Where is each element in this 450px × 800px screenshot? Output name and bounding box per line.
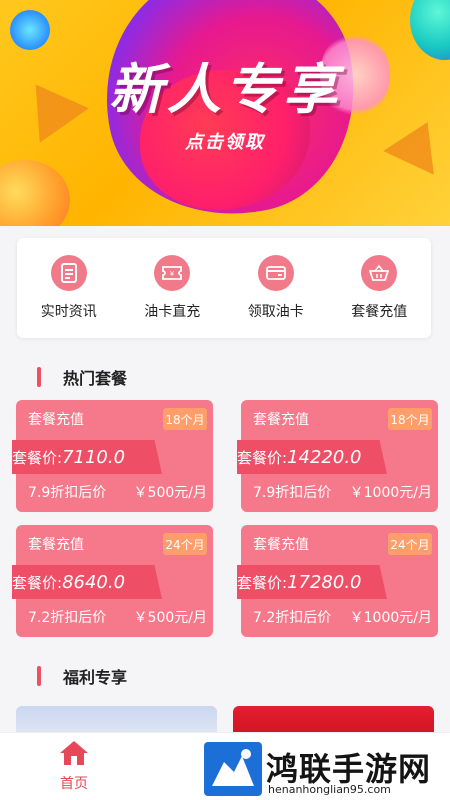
decor-blob [0,160,70,226]
package-name: 套餐充值 [253,412,309,428]
horse-logo-icon [204,742,262,796]
section-marker [37,367,41,387]
decor-blob [10,10,50,50]
quick-nav-label: 油卡直充 [144,304,201,320]
package-price-ribbon: 套餐价: 7110.0 [12,440,162,474]
package-price-ribbon: 套餐价: 14220.0 [237,440,387,474]
price-value: 8640.0 [62,571,126,593]
hot-section-title: 热门套餐 [37,365,127,389]
quick-nav-get-card[interactable]: 领取油卡 [231,255,321,321]
package-card[interactable]: 套餐充值 18个月 套餐价: 14220.0 7.9折扣后价 ￥1000元/月 [237,400,438,512]
price-label: 套餐价: [12,448,63,467]
monthly-price: ￥500元/月 [133,485,207,501]
welfare-section-title: 福利专享 [37,664,127,688]
document-icon [50,255,87,291]
duration-badge: 24个月 [388,533,432,555]
quick-nav-label: 领取油卡 [247,304,304,320]
price-label: 套餐价: [12,573,63,592]
quick-nav-label: 实时资讯 [40,304,97,320]
package-footer: 7.9折扣后价 ￥1000元/月 [253,482,432,502]
section-marker [37,666,41,686]
card-icon [257,255,294,291]
package-name: 套餐充值 [28,537,84,553]
package-footer: 7.2折扣后价 ￥1000元/月 [253,607,432,627]
duration-badge: 18个月 [388,408,432,430]
site-watermark: 鸿联手游网 henanhonglian95.com [200,740,450,800]
price-value: 17280.0 [287,571,362,593]
quick-nav-label: 套餐充值 [351,304,408,320]
home-icon [60,741,88,765]
duration-badge: 24个月 [163,533,207,555]
package-name: 套餐充值 [28,412,84,428]
tab-home[interactable]: 首页 [48,739,100,793]
discount-text: 7.2折扣后价 [253,610,332,626]
price-label: 套餐价: [237,573,288,592]
section-title-text: 福利专享 [63,668,128,687]
basket-icon [361,255,398,291]
monthly-price: ￥1000元/月 [349,485,432,501]
package-card[interactable]: 套餐充值 24个月 套餐价: 17280.0 7.2折扣后价 ￥1000元/月 [237,525,438,637]
discount-text: 7.2折扣后价 [28,610,107,626]
monthly-price: ￥500元/月 [133,610,207,626]
monthly-price: ￥1000元/月 [349,610,432,626]
duration-badge: 18个月 [163,408,207,430]
package-card[interactable]: 套餐充值 24个月 套餐价: 8640.0 7.2折扣后价 ￥500元/月 [12,525,213,637]
package-footer: 7.9折扣后价 ￥500元/月 [28,482,207,502]
quick-nav: 实时资讯 ¥ 油卡直充 领取油卡 套餐充值 [17,238,431,338]
price-value: 7110.0 [62,446,126,468]
package-footer: 7.2折扣后价 ￥500元/月 [28,607,207,627]
quick-nav-news[interactable]: 实时资讯 [24,255,114,321]
svg-text:¥: ¥ [170,270,175,278]
banner-title: 新人专享 [109,58,341,121]
price-label: 套餐价: [237,448,288,467]
discount-text: 7.9折扣后价 [253,485,332,501]
section-title-text: 热门套餐 [63,369,128,388]
package-price-ribbon: 套餐价: 17280.0 [237,565,387,599]
package-card[interactable]: 套餐充值 18个月 套餐价: 7110.0 7.9折扣后价 ￥500元/月 [12,400,213,512]
quick-nav-oil-recharge[interactable]: ¥ 油卡直充 [127,255,217,321]
package-name: 套餐充值 [253,537,309,553]
quick-nav-package[interactable]: 套餐充值 [334,255,424,321]
price-value: 14220.0 [287,446,362,468]
package-price-ribbon: 套餐价: 8640.0 [12,565,162,599]
promo-banner[interactable]: 新人专享 点击领取 [0,0,450,226]
discount-text: 7.9折扣后价 [28,485,107,501]
tab-home-label: 首页 [60,776,88,792]
ticket-icon: ¥ [154,255,191,291]
watermark-url: henanhonglian95.com [268,783,391,796]
banner-claim-link[interactable]: 点击领取 [0,128,450,154]
